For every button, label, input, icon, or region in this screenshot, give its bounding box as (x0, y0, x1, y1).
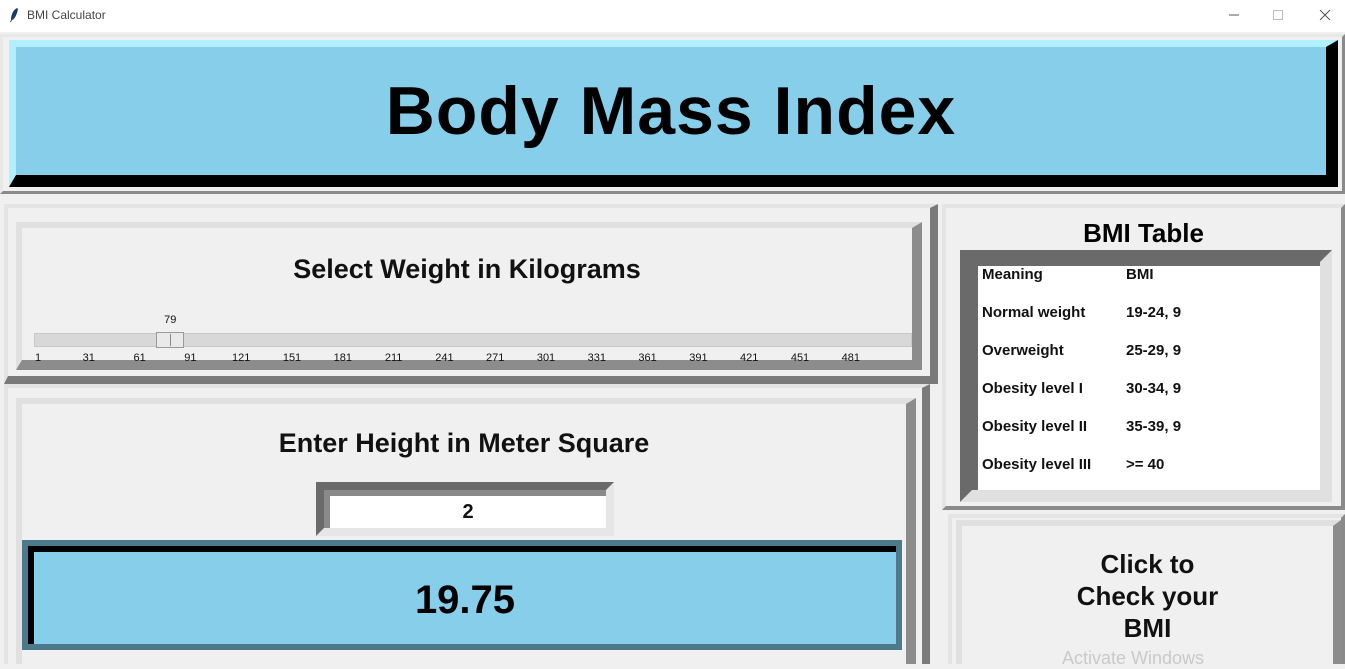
height-frame: Enter Height in Meter Square 19.75 (16, 398, 916, 664)
bmi-result-value: 19.75 (414, 578, 516, 622)
slider-tick-label: 1 (34, 352, 42, 364)
maximize-button[interactable] (1258, 4, 1298, 26)
height-label: Enter Height in Meter Square (278, 428, 650, 458)
check-bmi-button[interactable]: Click to Check your BMI (948, 514, 1345, 664)
page-title: Body Mass Index (385, 73, 957, 149)
table-cell-bmi: 35-39, 9 (1126, 418, 1182, 435)
table-cell-meaning: Overweight (982, 342, 1064, 359)
table-cell-bmi: 19-24, 9 (1126, 304, 1182, 321)
header-banner: Body Mass Index (9, 40, 1338, 187)
slider-tick-label: 91 (184, 352, 197, 364)
window-title: BMI Calculator (27, 8, 106, 22)
slider-tick-label: 271 (486, 352, 505, 364)
slider-tick-label: 361 (638, 352, 657, 364)
slider-tick-label: 151 (282, 352, 302, 364)
slider-tick-label: 391 (689, 352, 708, 364)
close-icon (1319, 9, 1331, 21)
table-cell-meaning: Meaning (982, 266, 1043, 283)
table-cell-meaning: Normal weight (982, 304, 1086, 321)
window-title-bar: BMI Calculator (0, 0, 1345, 32)
weight-label: Select Weight in Kilograms (293, 254, 641, 284)
table-cell-meaning: Obesity level III (982, 456, 1092, 473)
slider-tick-label: 481 (841, 352, 860, 364)
table-cell-bmi: 30-34, 9 (1126, 380, 1182, 397)
height-input-frame (316, 482, 614, 536)
minimize-icon (1229, 14, 1239, 16)
slider-tick-label: 61 (133, 352, 146, 364)
slider-tick-label: 211 (384, 352, 403, 364)
slider-tick-label: 31 (82, 352, 95, 364)
slider-tick-label: 421 (740, 352, 759, 364)
table-cell-bmi: 25-29, 9 (1126, 342, 1182, 359)
bmi-table-title: BMI Table (1083, 218, 1204, 248)
slider-tick-label: 241 (435, 352, 454, 364)
bmi-table: Meaning BMI Normal weight 19-24, 9 Overw… (978, 266, 1320, 490)
slider-tick-label: 301 (536, 352, 556, 364)
weight-slider-handle[interactable] (156, 332, 185, 348)
table-cell-bmi: >= 40 (1126, 456, 1165, 473)
table-cell-meaning: Obesity level I (982, 380, 1083, 397)
slider-tick-label: 181 (333, 352, 352, 364)
header-panel: Body Mass Index (0, 34, 1345, 194)
height-panel: Enter Height in Meter Square 19.75 (4, 384, 930, 664)
slider-value-label: 79 (164, 314, 177, 326)
activation-watermark: Activate Windows (1062, 648, 1205, 668)
slider-tick-label: 121 (232, 352, 251, 364)
check-bmi-button-frame: Click to Check your BMI (956, 520, 1341, 664)
maximize-icon (1273, 10, 1283, 20)
table-cell-bmi: BMI (1126, 266, 1154, 283)
feather-icon (10, 8, 18, 22)
check-bmi-button-label: Click to Check your BMI (1076, 549, 1219, 643)
weight-frame: Select Weight in Kilograms 79 1 31 61 91 121… (16, 222, 922, 370)
height-input[interactable] (330, 496, 606, 528)
slider-tick-label: 331 (587, 352, 606, 364)
weight-panel: Select Weight in Kilograms 79 1 31 61 91 121… (4, 204, 938, 384)
slider-tick-label: 451 (790, 352, 810, 364)
close-button[interactable] (1305, 4, 1345, 26)
table-cell-meaning: Obesity level II (982, 418, 1088, 435)
bmi-table-frame: Meaning BMI Normal weight 19-24, 9 Overw… (960, 250, 1332, 502)
minimize-button[interactable] (1214, 4, 1254, 26)
result-display: 19.75 (22, 540, 902, 650)
bmi-table-panel: BMI Table Meaning BMI Normal weight 19-2… (942, 204, 1345, 510)
